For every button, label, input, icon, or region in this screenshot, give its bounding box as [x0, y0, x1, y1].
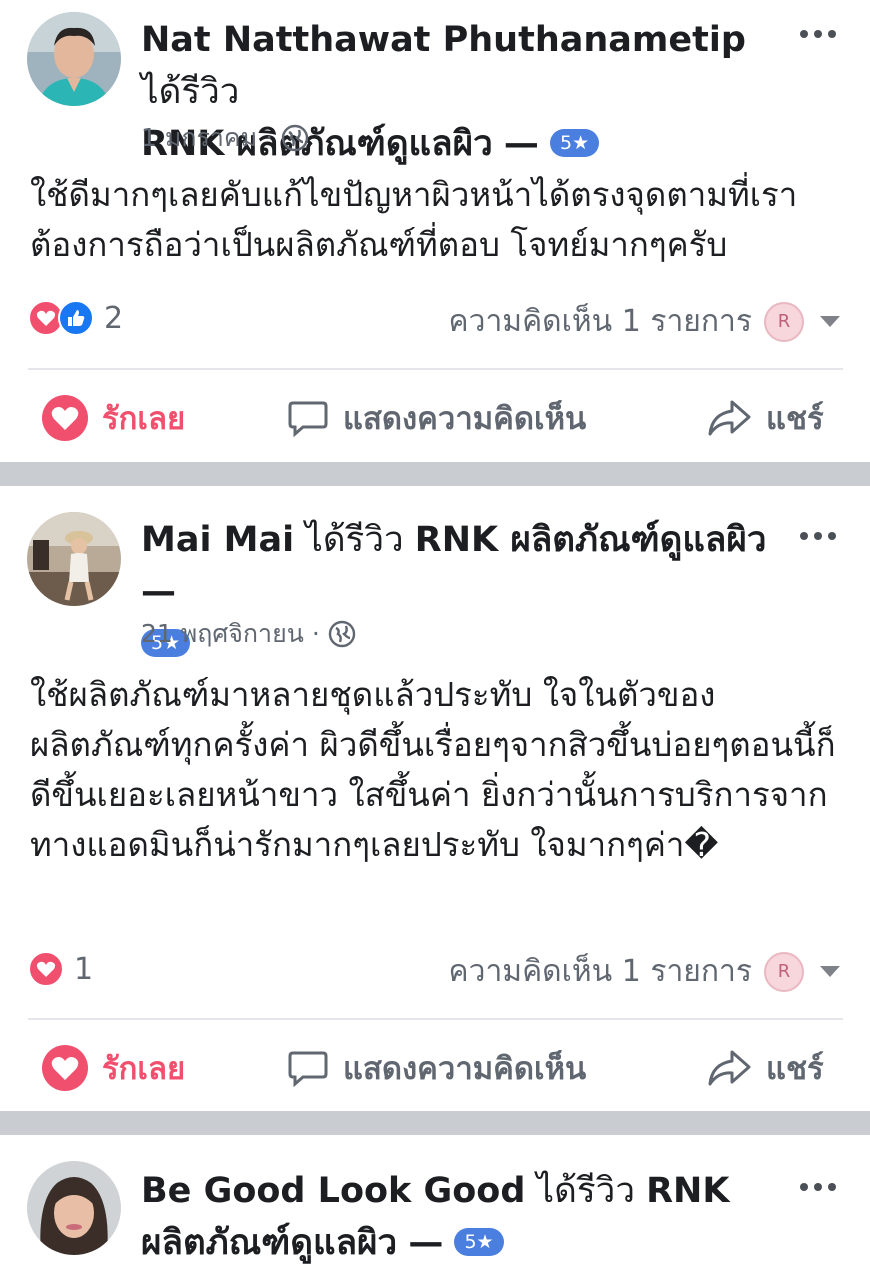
meta-separator: · — [311, 619, 320, 648]
chevron-down-icon[interactable] — [820, 316, 840, 327]
comment-count-link[interactable]: ความคิดเห็น 1 รายการ R — [449, 948, 840, 995]
avatar[interactable] — [27, 1161, 121, 1255]
avatar[interactable] — [27, 12, 121, 106]
post-meta: 21 พฤศจิกายน · — [141, 616, 356, 652]
chevron-down-icon[interactable] — [820, 966, 840, 977]
comment-icon — [288, 1051, 328, 1088]
review-text: ใช้ดีมากๆเลยคับแก้ไขปัญหาผิวหน้าได้ตรงจุ… — [30, 175, 798, 264]
love-button[interactable]: รักเลย — [42, 1038, 185, 1098]
love-reaction-icon — [28, 951, 64, 987]
comment-label: แสดงความคิดเห็น — [343, 1051, 587, 1087]
page-avatar-icon[interactable]: R — [764, 951, 804, 992]
share-icon — [708, 400, 751, 436]
divider — [28, 368, 843, 370]
page-name-part[interactable]: RNK — [646, 1171, 729, 1211]
more-options-icon[interactable] — [800, 1183, 840, 1195]
review-text: ใช้ผลิตภัณฑ์มาหลายชุดแล้วประทับ ใจในตัวข… — [30, 675, 836, 864]
review-verb: ได้รีวิว — [141, 72, 240, 112]
reactions-summary[interactable]: 2 — [28, 300, 123, 336]
review-post: Mai Mai ได้รีวิว RNK ผลิตภัณฑ์ดูแลผิว — … — [0, 486, 870, 1111]
post-meta: 1 มกราคม · — [141, 120, 309, 156]
rating-badge: 5★ — [550, 129, 600, 157]
page-name[interactable]: RNK ผลิตภัณฑ์ดูแลผิว — [415, 520, 767, 560]
more-options-icon[interactable] — [800, 532, 840, 544]
share-label: แชร์ — [766, 401, 824, 437]
post-date[interactable]: 1 มกราคม — [141, 120, 257, 156]
love-label: รักเลย — [102, 1051, 186, 1087]
comment-count-link[interactable]: ความคิดเห็น 1 รายการ R — [449, 298, 840, 345]
page-avatar-icon[interactable]: R — [764, 301, 804, 342]
share-button[interactable]: แชร์ — [706, 1038, 824, 1098]
comment-button[interactable]: แสดงความคิดเห็น — [287, 388, 586, 448]
comment-button[interactable]: แสดงความคิดเห็น — [287, 1038, 586, 1098]
globe-icon — [281, 124, 309, 152]
share-icon — [708, 1050, 751, 1086]
like-reaction-icon — [58, 300, 94, 336]
author-name[interactable]: Mai Mai — [141, 520, 294, 560]
review-post: Nat Natthawat Phuthanametip ได้รีวิว RNK… — [0, 0, 870, 462]
avatar[interactable] — [27, 512, 121, 606]
divider — [28, 1018, 843, 1020]
share-label: แชร์ — [766, 1051, 824, 1087]
rating-badge: 5★ — [454, 1228, 504, 1256]
comment-label: แสดงความคิดเห็น — [343, 401, 587, 437]
share-button[interactable]: แชร์ — [706, 388, 824, 448]
post-header: Be Good Look Good ได้รีวิว RNK ผลิตภัณฑ์… — [141, 1165, 791, 1269]
review-post: Be Good Look Good ได้รีวิว RNK ผลิตภัณฑ์… — [0, 1135, 870, 1263]
more-options-icon[interactable] — [800, 30, 840, 42]
reactions-summary[interactable]: 1 — [28, 951, 93, 987]
author-name[interactable]: Be Good Look Good — [141, 1171, 525, 1211]
comment-icon — [288, 401, 328, 438]
action-bar: รักเลย แสดงความคิดเห็น แชร์ — [0, 1038, 870, 1098]
heart-icon — [42, 395, 88, 441]
review-verb: ได้รีวิว — [305, 520, 404, 560]
love-label: รักเลย — [102, 401, 186, 437]
dash: — — [141, 572, 176, 612]
page-name-rest[interactable]: ผลิตภัณฑ์ดูแลผิว — [141, 1223, 397, 1263]
comment-count: ความคิดเห็น 1 รายการ — [448, 304, 752, 339]
action-bar: รักเลย แสดงความคิดเห็น แชร์ — [0, 388, 870, 448]
globe-icon — [328, 620, 356, 648]
heart-icon — [42, 1045, 88, 1091]
meta-separator: · — [265, 123, 274, 152]
post-date[interactable]: 21 พฤศจิกายน — [141, 616, 304, 652]
love-button[interactable]: รักเลย — [42, 388, 185, 448]
post-separator — [0, 1111, 870, 1135]
dash: — — [503, 124, 539, 164]
comment-count: ความคิดเห็น 1 รายการ — [448, 954, 752, 989]
post-separator — [0, 462, 870, 486]
dash: — — [408, 1223, 444, 1263]
author-name[interactable]: Nat Natthawat Phuthanametip — [141, 20, 746, 60]
review-verb: ได้รีวิว — [536, 1171, 635, 1211]
reaction-count: 1 — [74, 951, 94, 987]
reaction-count: 2 — [104, 300, 124, 336]
